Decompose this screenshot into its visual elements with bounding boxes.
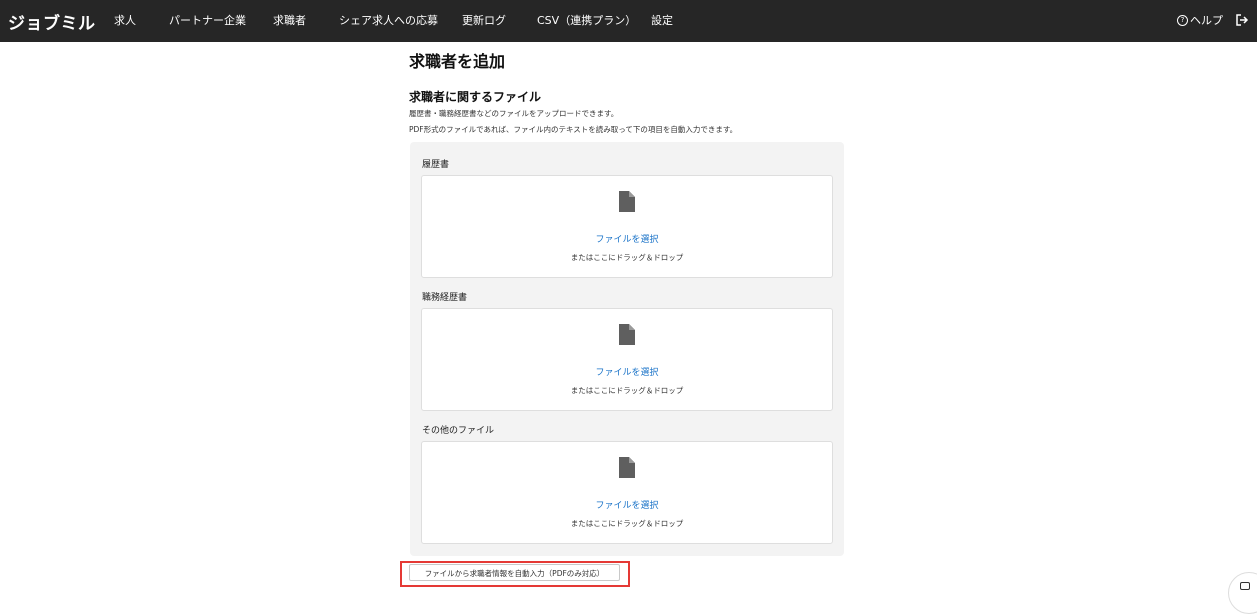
work-history-label: 職務経歴書 <box>422 293 468 303</box>
resume-drop-hint: またはここにドラッグ＆ドロップ <box>570 253 684 262</box>
resume-select-file-link[interactable]: ファイルを選択 <box>422 232 832 245</box>
section-title: 求職者に関するファイル <box>409 90 542 104</box>
other-files-dropzone[interactable]: ファイルを選択 またはここにドラッグ＆ドロップ <box>421 441 833 544</box>
nav-item-partner-companies[interactable]: パートナー企業 <box>169 12 246 28</box>
brand-logo[interactable]: ジョブミル <box>8 9 96 34</box>
help-link[interactable]: ? ヘルプ <box>1177 12 1223 28</box>
question-circle-icon: ? <box>1177 14 1188 26</box>
nav-item-jobs[interactable]: 求人 <box>114 12 136 28</box>
section-description: 履歴書・職務経歴書などのファイルをアップロードできます。 <box>409 109 619 118</box>
nav-item-update-log[interactable]: 更新ログ <box>462 12 506 28</box>
other-files-select-file-link[interactable]: ファイルを選択 <box>422 498 832 511</box>
file-icon <box>619 191 635 212</box>
file-icon <box>619 457 635 478</box>
file-icon <box>619 324 635 345</box>
logout-icon[interactable] <box>1235 13 1249 27</box>
auto-fill-from-file-button[interactable]: ファイルから求職者情報を自動入力（PDFのみ対応） <box>409 564 620 581</box>
chat-widget-button[interactable] <box>1228 572 1257 614</box>
work-history-select-file-link[interactable]: ファイルを選択 <box>422 365 832 378</box>
help-label: ヘルプ <box>1190 14 1223 27</box>
nav-item-csv[interactable]: CSV（連携プラン） <box>537 12 636 28</box>
chat-icon <box>1240 582 1250 590</box>
file-upload-panel: 履歴書 ファイルを選択 またはここにドラッグ＆ドロップ 職務経歴書 ファイルを選… <box>410 142 844 556</box>
resume-dropzone[interactable]: ファイルを選択 またはここにドラッグ＆ドロップ <box>421 175 833 278</box>
section-description-pdf: PDF形式のファイルであれば、ファイル内のテキストを読み取って下の項目を自動入力… <box>409 125 738 134</box>
nav-item-job-seekers[interactable]: 求職者 <box>273 12 306 28</box>
nav-item-settings[interactable]: 設定 <box>651 12 673 28</box>
nav-item-shared-job-applications[interactable]: シェア求人への応募 <box>339 12 438 28</box>
work-history-drop-hint: またはここにドラッグ＆ドロップ <box>570 386 684 395</box>
page-title: 求職者を追加 <box>409 52 506 71</box>
top-navbar: ジョブミル 求人 パートナー企業 求職者 シェア求人への応募 更新ログ CSV（… <box>0 0 1257 42</box>
work-history-dropzone[interactable]: ファイルを選択 またはここにドラッグ＆ドロップ <box>421 308 833 411</box>
other-files-label: その他のファイル <box>422 426 495 436</box>
resume-label: 履歴書 <box>422 160 450 170</box>
other-files-drop-hint: またはここにドラッグ＆ドロップ <box>570 519 684 528</box>
